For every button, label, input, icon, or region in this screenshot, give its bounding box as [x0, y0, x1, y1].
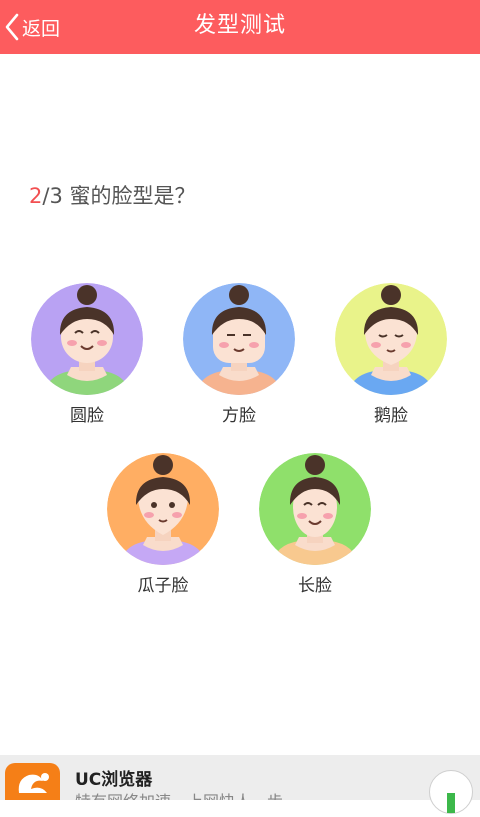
option-melon-seed-face[interactable]: 瓜子脸 — [103, 453, 223, 596]
option-long-face[interactable]: 长脸 — [255, 453, 375, 596]
ad-download-button[interactable] — [429, 770, 473, 814]
face-avatar-icon — [183, 283, 295, 395]
header-bar: 返回 发型测试 — [0, 0, 480, 54]
option-goose-face[interactable]: 鹅脸 — [331, 283, 451, 426]
face-avatar-icon — [335, 283, 447, 395]
face-avatar-icon — [259, 453, 371, 565]
option-label: 长脸 — [298, 576, 332, 596]
ad-app-name: UC浏览器 — [75, 770, 153, 790]
option-label: 圆脸 — [70, 406, 104, 426]
plus-icon — [447, 793, 455, 813]
face-avatar-icon — [31, 283, 143, 395]
face-avatar-icon — [107, 453, 219, 565]
option-label: 瓜子脸 — [137, 576, 189, 596]
option-square-face[interactable]: 方脸 — [179, 283, 299, 426]
question-text: 2/3 蜜的脸型是？ — [29, 180, 196, 210]
uc-browser-logo-icon — [5, 763, 60, 800]
option-label: 方脸 — [222, 406, 256, 426]
ad-slogan: 特有网络加速，上网快人一步 — [75, 788, 283, 800]
page-title: 发型测试 — [193, 13, 286, 38]
option-round-face[interactable]: 圆脸 — [27, 283, 147, 426]
question-prompt: /3 蜜的脸型是？ — [42, 184, 196, 208]
question-current-number: 2 — [29, 184, 43, 208]
ad-banner[interactable]: UC浏览器 特有网络加速，上网快人一步 — [0, 755, 480, 800]
option-label: 鹅脸 — [374, 406, 408, 426]
